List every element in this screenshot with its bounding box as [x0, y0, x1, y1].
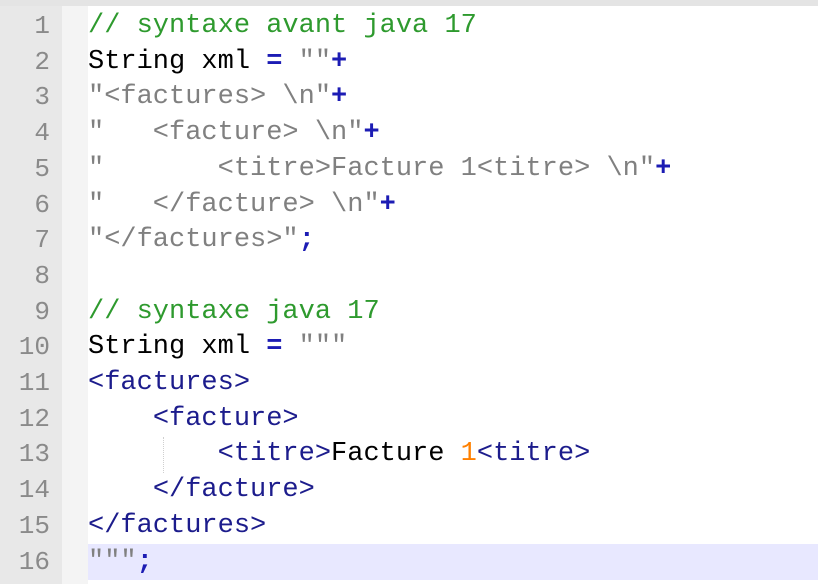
line-code[interactable]: // syntaxe java 17	[88, 294, 818, 330]
line-number: 11	[18, 368, 50, 398]
code-token: ;	[136, 546, 153, 577]
code-line[interactable]: 1 // syntaxe avant java 17	[0, 8, 818, 44]
code-token: String xml	[88, 46, 267, 77]
code-token: """	[88, 546, 137, 577]
code-line[interactable]: 9 // syntaxe java 17	[0, 294, 818, 330]
code-line[interactable]: 8	[0, 258, 818, 294]
code-token: +	[331, 82, 348, 113]
line-code[interactable]: <factures>	[88, 365, 818, 401]
code-token: " <facture> \n"	[88, 118, 364, 149]
line-number: 1	[34, 11, 50, 41]
code-token: String xml	[88, 332, 267, 363]
code-token: <titre>	[217, 439, 332, 470]
code-line[interactable]: 12 <facture>	[0, 401, 818, 437]
line-number: 14	[18, 475, 50, 506]
line-number: 5	[34, 153, 50, 184]
code-token: // syntaxe avant java 17	[88, 11, 477, 41]
code-token: """	[282, 332, 348, 363]
code-token: " <titre>Facture 1<titre> \n"	[88, 153, 656, 184]
code-token: <factures>	[88, 368, 251, 398]
code-token: "</factures>"	[88, 225, 299, 256]
code-line[interactable]: 6 " </facture> \n"+	[0, 187, 818, 223]
code-token: " </facture> \n"	[88, 189, 380, 220]
code-token: ""	[282, 46, 332, 77]
code-line[interactable]: 7 "</factures>";	[0, 222, 818, 258]
code-token: </factures>	[88, 510, 267, 541]
code-line[interactable]: 10 String xml = """	[0, 329, 818, 365]
code-line[interactable]: 3 "<factures> \n"+	[0, 79, 818, 115]
line-number: 10	[18, 332, 50, 363]
code-line[interactable]: 2 String xml = ""+	[0, 44, 818, 80]
code-token: +	[363, 118, 380, 149]
line-number: 4	[34, 118, 50, 149]
code-line[interactable]: 13 <titre>Facture 1<titre>	[0, 436, 818, 472]
line-number: 7	[34, 225, 50, 256]
line-code[interactable]: "</factures>";	[88, 222, 818, 258]
line-code[interactable]: </facture>	[88, 472, 818, 508]
code-token: <titre>	[476, 439, 591, 470]
line-code[interactable]: " </facture> \n"+	[88, 187, 818, 223]
code-line[interactable]: 5 " <titre>Facture 1<titre> \n"+	[0, 151, 818, 187]
code-line[interactable]: 4 " <facture> \n"+	[0, 115, 818, 151]
line-code[interactable]: " <titre>Facture 1<titre> \n"+	[88, 151, 818, 187]
code-token: =	[266, 332, 283, 363]
line-number: 16	[18, 546, 50, 577]
code-line[interactable]: 14 </facture>	[0, 472, 818, 508]
code-token: =	[266, 46, 283, 77]
code-token: <facture>	[152, 403, 299, 434]
code-token: 1	[460, 439, 477, 470]
indent-guide	[163, 437, 164, 473]
line-number: 3	[34, 82, 50, 113]
line-code[interactable]: </factures>	[88, 508, 818, 544]
line-code[interactable]: <titre>Facture 1<titre>	[88, 436, 818, 472]
code-line[interactable]: 15 </factures>	[0, 508, 818, 544]
line-code[interactable]	[88, 258, 818, 294]
code-editor[interactable]: 1 // syntaxe avant java 17 2 String xml = "…	[0, 0, 818, 584]
line-number: 9	[34, 296, 50, 327]
line-number: 2	[34, 46, 50, 77]
code-token: Facture	[331, 439, 461, 470]
code-token: +	[655, 153, 672, 184]
code-line[interactable]: 16 """;	[0, 543, 818, 580]
line-code[interactable]: // syntaxe avant java 17	[88, 8, 818, 44]
code-token: "<factures> \n"	[88, 82, 332, 113]
line-number: 15	[18, 510, 50, 541]
line-code[interactable]: """;	[88, 543, 818, 580]
line-code[interactable]: " <facture> \n"+	[88, 115, 818, 151]
line-code[interactable]: String xml = ""+	[88, 44, 818, 80]
line-code[interactable]: String xml = """	[88, 329, 818, 365]
code-token: +	[379, 189, 396, 220]
line-number: 13	[18, 439, 50, 470]
editor-top-edge	[0, 0, 818, 6]
line-number: 6	[34, 189, 50, 220]
code-token: ;	[298, 225, 315, 256]
line-number: 12	[18, 403, 50, 434]
code-token: </facture>	[152, 475, 315, 506]
code-token: +	[331, 46, 348, 77]
code-token: // syntaxe java 17	[88, 296, 380, 327]
code-line[interactable]: 11 <factures>	[0, 365, 818, 401]
line-code[interactable]: <facture>	[88, 401, 818, 437]
line-number: 8	[34, 260, 50, 291]
line-code[interactable]: "<factures> \n"+	[88, 79, 818, 115]
